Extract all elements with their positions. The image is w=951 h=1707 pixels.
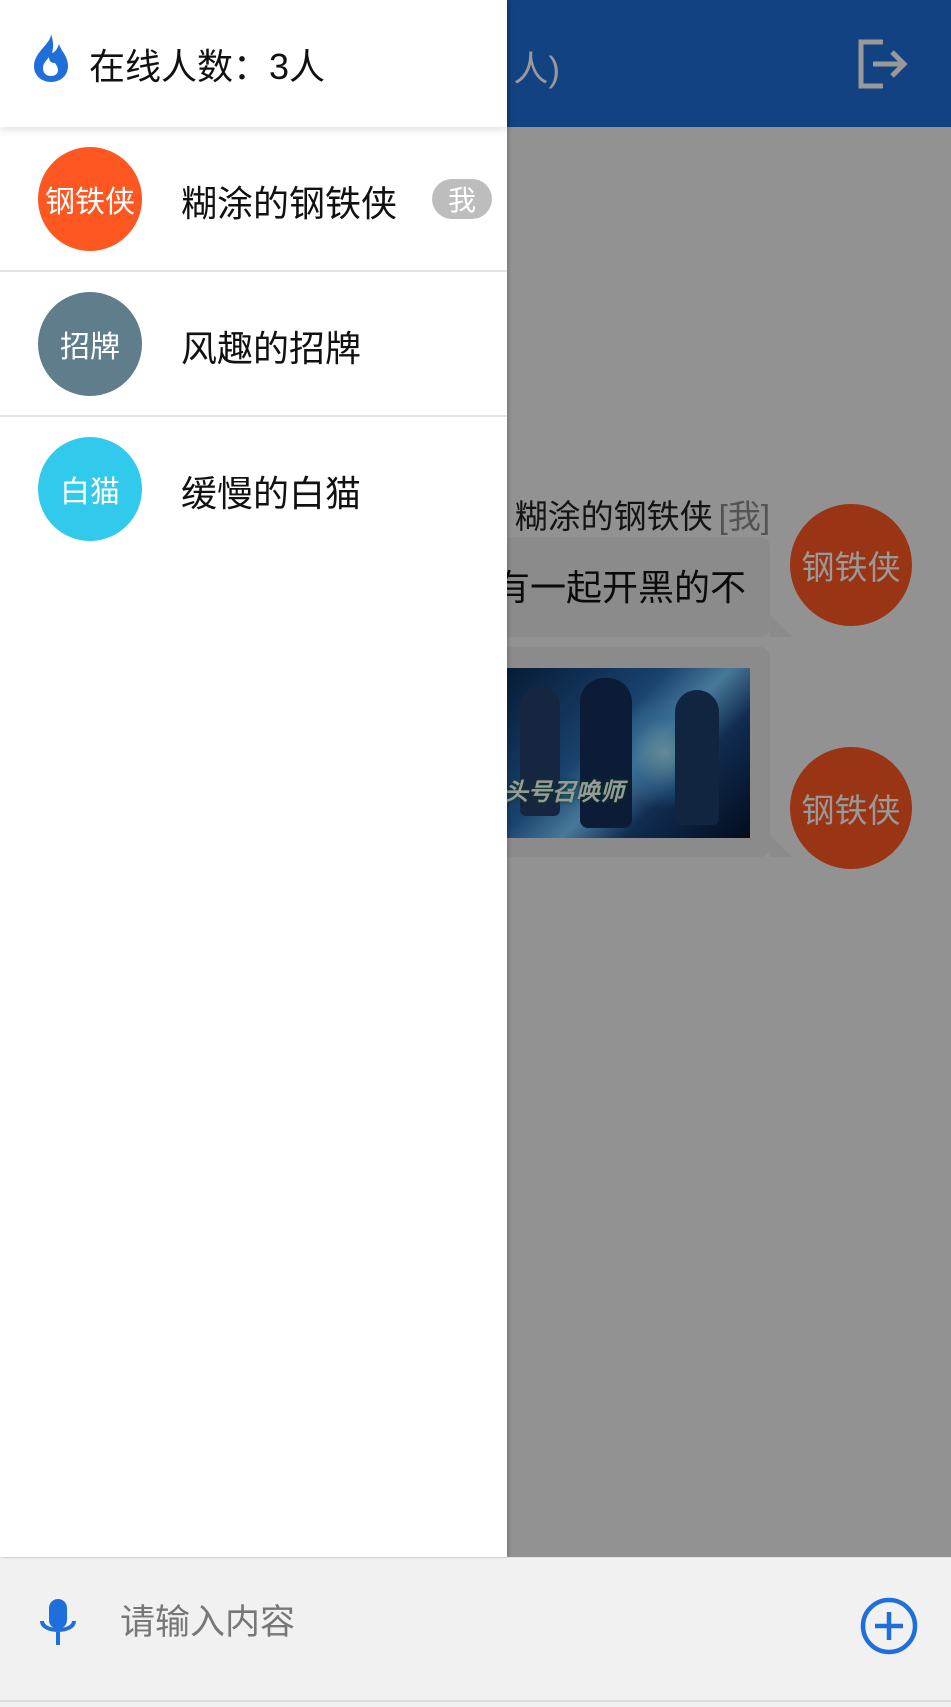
user-list-item[interactable]: 招牌 风趣的招牌 — [0, 272, 507, 417]
user-list-item[interactable]: 钢铁侠 糊涂的钢铁侠 我 — [0, 127, 507, 272]
user-name: 缓慢的白猫 — [181, 473, 362, 514]
microphone-icon[interactable] — [36, 1599, 80, 1647]
input-bar — [0, 1557, 951, 1707]
user-name: 糊涂的钢铁侠 — [181, 183, 398, 224]
message-input[interactable] — [100, 1558, 820, 1688]
online-count: 在线人数：3人 — [89, 46, 326, 87]
divider — [0, 1700, 951, 1702]
user-avatar: 白猫 — [38, 437, 142, 541]
me-badge: 我 — [432, 179, 492, 219]
user-avatar: 钢铁侠 — [38, 147, 142, 251]
user-name: 风趣的招牌 — [181, 328, 362, 369]
add-circle-icon[interactable] — [860, 1597, 918, 1655]
fire-icon — [34, 34, 68, 82]
drawer-header: 在线人数：3人 — [0, 0, 507, 127]
user-avatar: 招牌 — [38, 292, 142, 396]
user-list-item[interactable]: 白猫 缓慢的白猫 — [0, 417, 507, 562]
online-users-drawer: 在线人数：3人 钢铁侠 糊涂的钢铁侠 我 招牌 风趣的招牌 白猫 缓慢的白猫 — [0, 0, 507, 1557]
user-list: 钢铁侠 糊涂的钢铁侠 我 招牌 风趣的招牌 白猫 缓慢的白猫 — [0, 127, 507, 562]
